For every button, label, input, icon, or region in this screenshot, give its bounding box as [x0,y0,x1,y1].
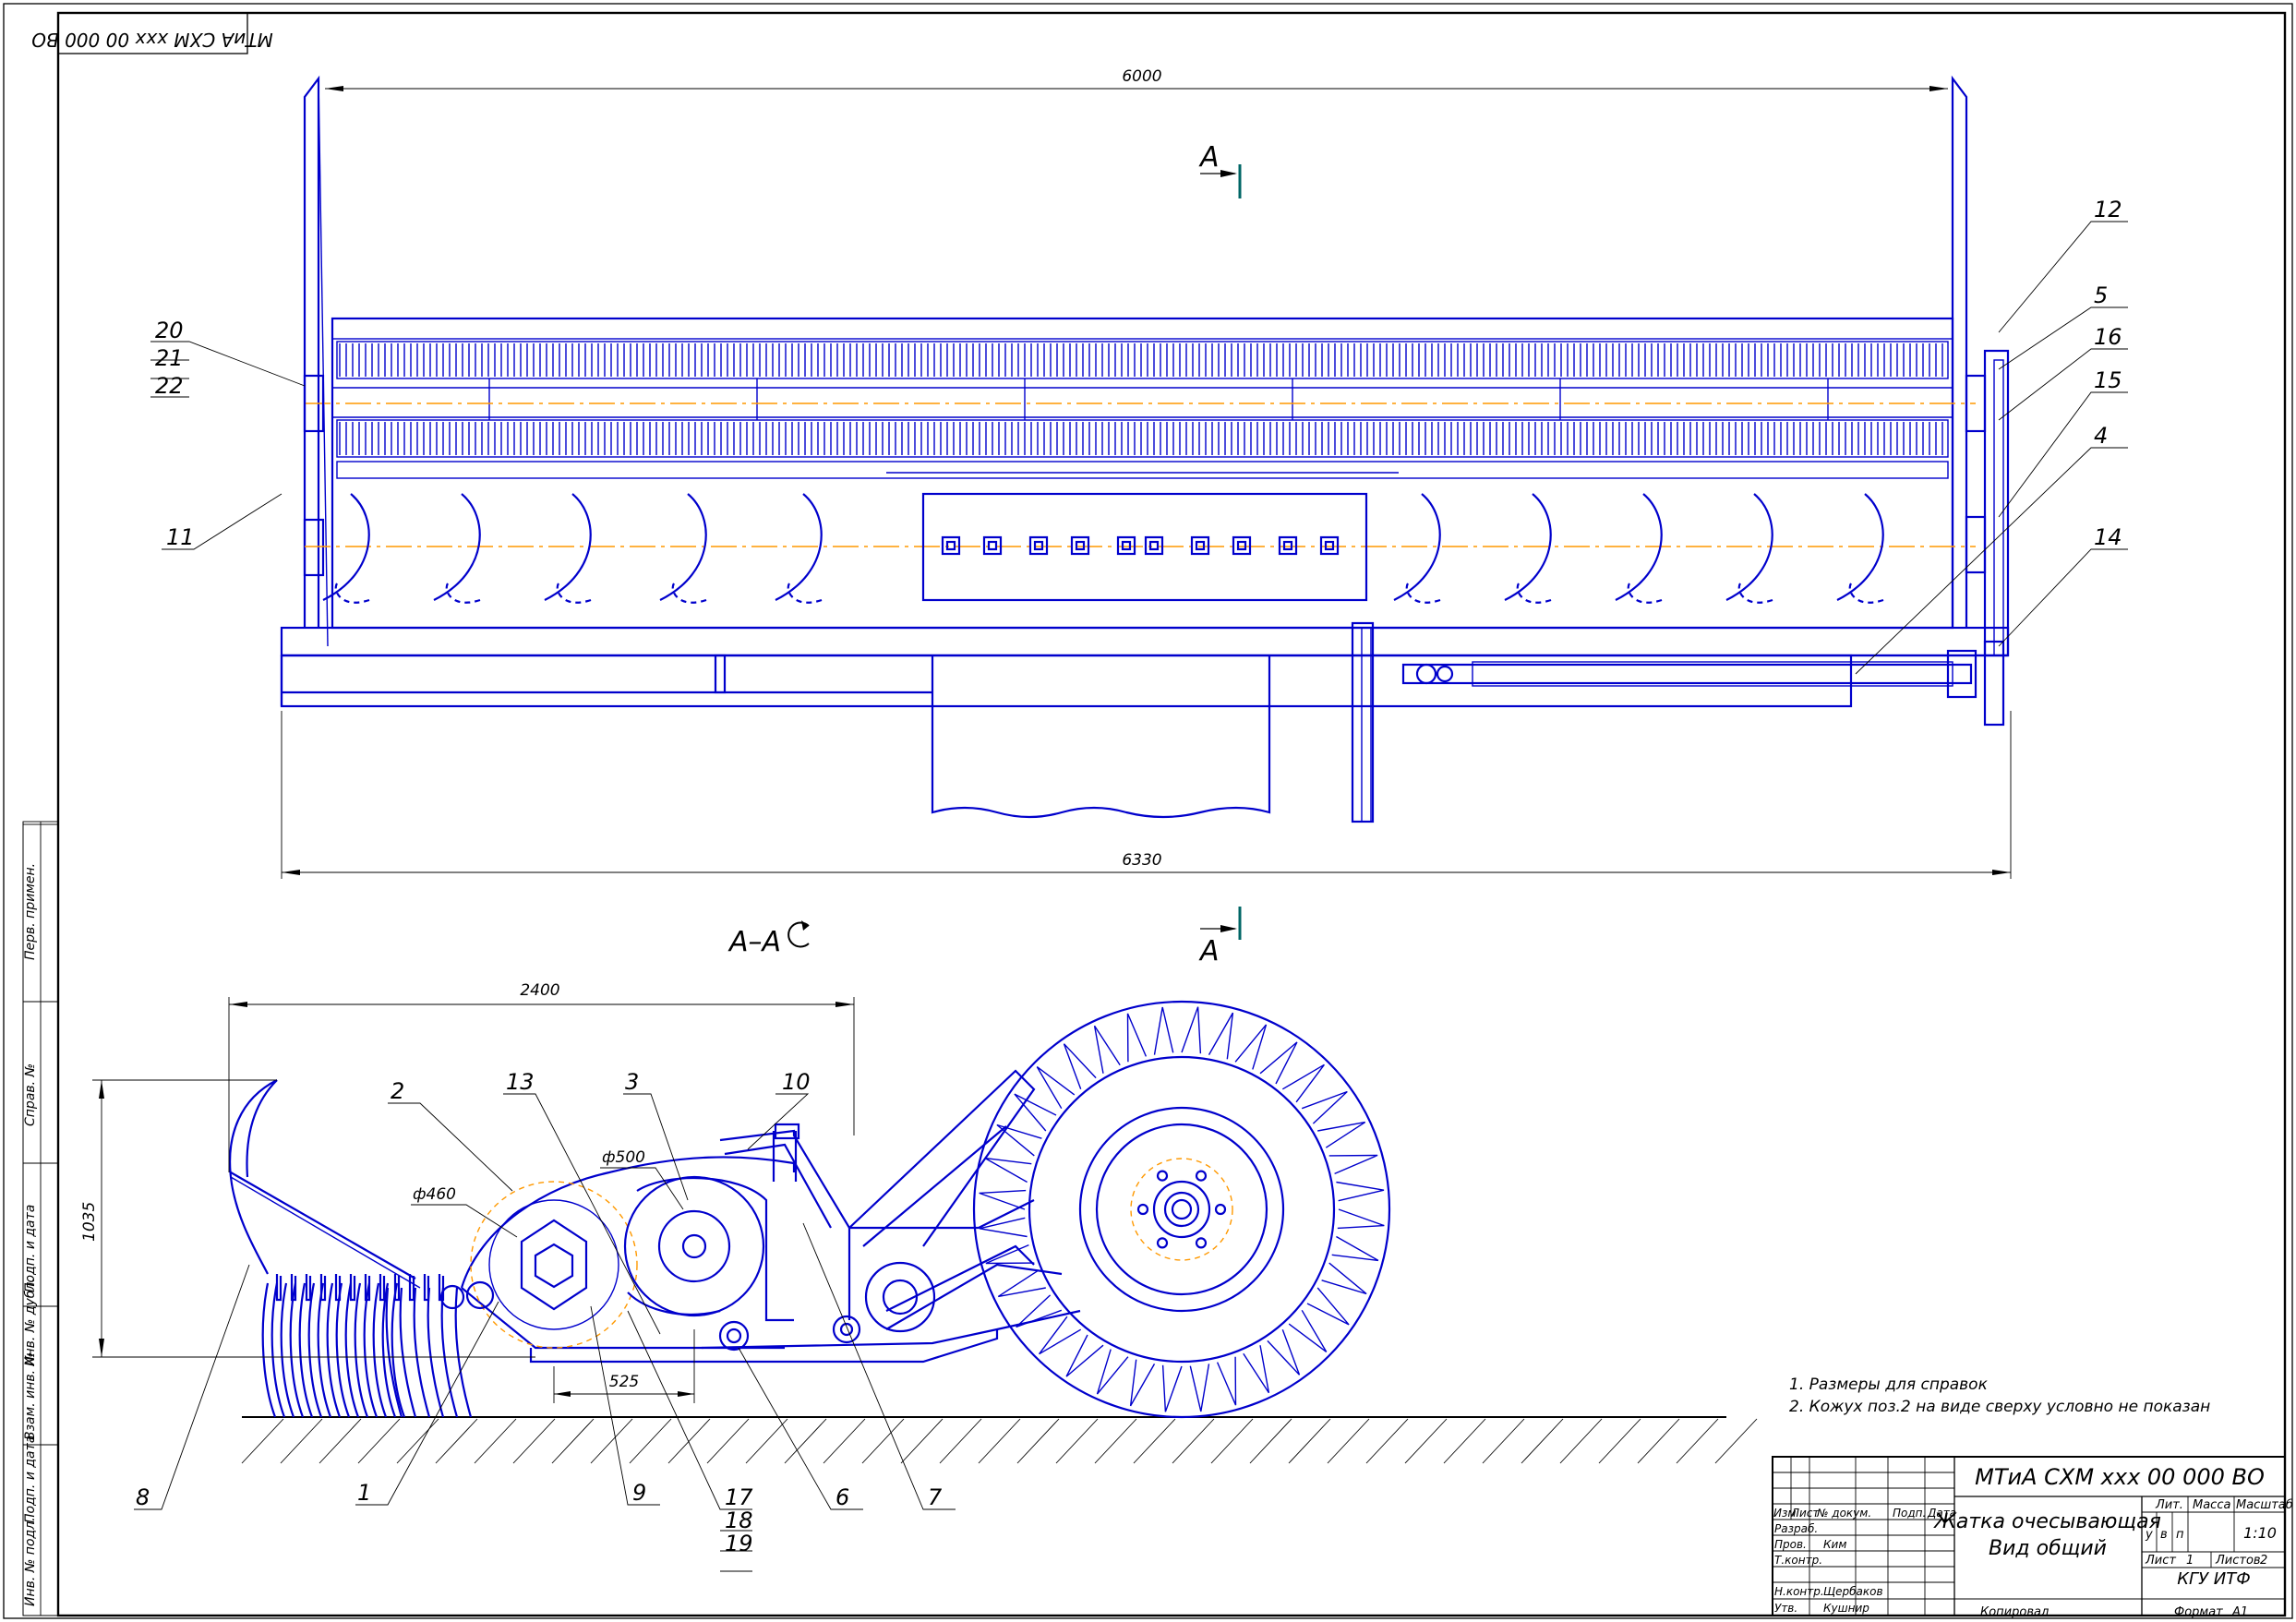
svg-text:ф460: ф460 [413,1185,456,1204]
title-name: Жатка очесывающая [1932,1510,2161,1533]
svg-text:1: 1 [357,1480,371,1506]
rotated-stamp: МТиА СХМ ххх 00 000 ВО [31,12,273,54]
rotor-circle-460 [470,1181,638,1349]
svg-text:Н.контр.: Н.контр. [1774,1585,1824,1598]
svg-text:КГУ ИТФ: КГУ ИТФ [2177,1569,2250,1589]
auger-circle-500 [623,1175,765,1317]
svg-text:Масштаб: Масштаб [2236,1498,2293,1512]
wheel-tire [972,1000,1391,1419]
section-title: А–А [727,926,781,958]
notes: 1. Размеры для справок 2. Кожух поз.2 на… [1789,1376,2210,1416]
svg-text:11: 11 [166,524,195,550]
svg-text:п: п [2176,1528,2184,1542]
feeder-housing [931,655,1271,819]
svg-text:4: 4 [2094,423,2108,449]
svg-text:А1: А1 [2231,1605,2248,1619]
title-designation: МТиА СХМ ххх 00 000 ВО [1975,1464,2265,1490]
svg-text:Справ. №: Справ. № [23,1063,38,1126]
svg-text:17: 17 [725,1484,753,1510]
svg-text:Кушнир: Кушнир [1823,1602,1869,1615]
svg-text:2. Кожух поз.2 на виде сверху: 2. Кожух поз.2 на виде сверху условно не… [1789,1398,2210,1416]
roller-6 [718,1320,750,1352]
svg-text:1:10: 1:10 [2243,1524,2277,1542]
svg-text:1: 1 [2186,1554,2194,1568]
section-mark-bottom: А [1198,935,1220,967]
svg-text:у: у [2145,1528,2153,1542]
drive-post [1351,621,1375,823]
svg-text:Утв.: Утв. [1774,1602,1797,1615]
frame-lower [280,654,1853,708]
svg-text:1. Размеры для справок: 1. Размеры для справок [1789,1376,1989,1394]
svg-text:6000: 6000 [1122,67,1161,86]
svg-text:2: 2 [2260,1554,2267,1568]
svg-text:6: 6 [835,1484,849,1510]
svg-text:15: 15 [2094,367,2122,393]
side-stamps: Перв. примен. Справ. № Подп. и дата Инв.… [22,821,59,1616]
svg-text:10: 10 [782,1069,811,1095]
svg-text:Листов: Листов [2215,1554,2261,1568]
drawing-sheet: МТиА СХМ ххх 00 000 ВО Перв. примен. Спр… [3,3,2293,1619]
svg-text:20: 20 [155,318,184,343]
roller-7 [832,1315,861,1344]
left-side-wall [303,75,320,628]
svg-text:Т.контр.: Т.контр. [1774,1554,1822,1567]
frame-beam [280,626,2010,657]
wheel-rim [1078,1106,1285,1313]
svg-text:6330: 6330 [1122,851,1161,870]
svg-text:ф500: ф500 [602,1148,645,1167]
svg-text:2400: 2400 [520,981,559,1000]
svg-text:Подп.: Подп. [1893,1507,1926,1520]
svg-text:Лист: Лист [1790,1507,1820,1520]
section-mark-top: А [1198,141,1220,174]
svg-text:19: 19 [725,1531,753,1556]
svg-text:Разраб.: Разраб. [1774,1522,1818,1535]
svg-text:Инв. № подл.: Инв. № подл. [23,1517,38,1606]
rotor-hub [520,1219,588,1311]
svg-text:Подп. и дата: Подп. и дата [23,1436,38,1523]
svg-text:13: 13 [506,1069,535,1095]
svg-text:Масса: Масса [2193,1498,2230,1512]
svg-text:в: в [2160,1528,2168,1542]
top-view: 6000 6330 А А 20 21 22 11 12 5 16 15 4 1… [150,67,2128,967]
svg-text:22: 22 [155,373,184,399]
svg-text:Копировал: Копировал [1980,1605,2049,1619]
svg-text:9: 9 [632,1480,646,1506]
svg-text:525: 525 [609,1373,639,1391]
right-side-wall [1951,75,1968,628]
section-view: А–А 2400 1035 525 ф460 ф500 2 13 3 10 8 … [80,920,1758,1572]
svg-text:Лист: Лист [2145,1554,2176,1568]
svg-text:Лит.: Лит. [2155,1498,2183,1512]
left-bearing-lower [303,518,325,577]
svg-text:Вид общий: Вид общий [1989,1537,2107,1560]
svg-text:Формат: Формат [2174,1605,2223,1619]
svg-text:Пров.: Пров. [1774,1538,1807,1551]
svg-text:8: 8 [136,1484,150,1510]
svg-text:Перв. примен.: Перв. примен. [23,863,38,960]
svg-text:Взам. инв. №: Взам. инв. № [23,1352,38,1440]
svg-text:16: 16 [2094,324,2122,350]
svg-text:1035: 1035 [80,1202,99,1242]
svg-text:12: 12 [2094,197,2122,222]
svg-text:Ким: Ким [1823,1538,1846,1551]
svg-text:14: 14 [2094,524,2122,550]
svg-text:5: 5 [2094,282,2108,308]
svg-text:18: 18 [725,1508,753,1533]
svg-text:3: 3 [625,1069,639,1095]
svg-text:7: 7 [928,1484,943,1510]
svg-text:Щербаков: Щербаков [1823,1585,1883,1598]
svg-text:2: 2 [391,1078,404,1104]
right-bearing-lower [1965,515,1987,574]
title-block: Изм Лист № докум. Подп. Дата Разраб. Про… [1772,1456,2293,1619]
svg-text:№ докум.: № докум. [1816,1507,1871,1520]
svg-text:МТиА СХМ ххх 00 000 ВО: МТиА СХМ ххх 00 000 ВО [31,29,272,51]
drive-shaft [1401,663,1973,685]
svg-text:21: 21 [155,345,184,371]
